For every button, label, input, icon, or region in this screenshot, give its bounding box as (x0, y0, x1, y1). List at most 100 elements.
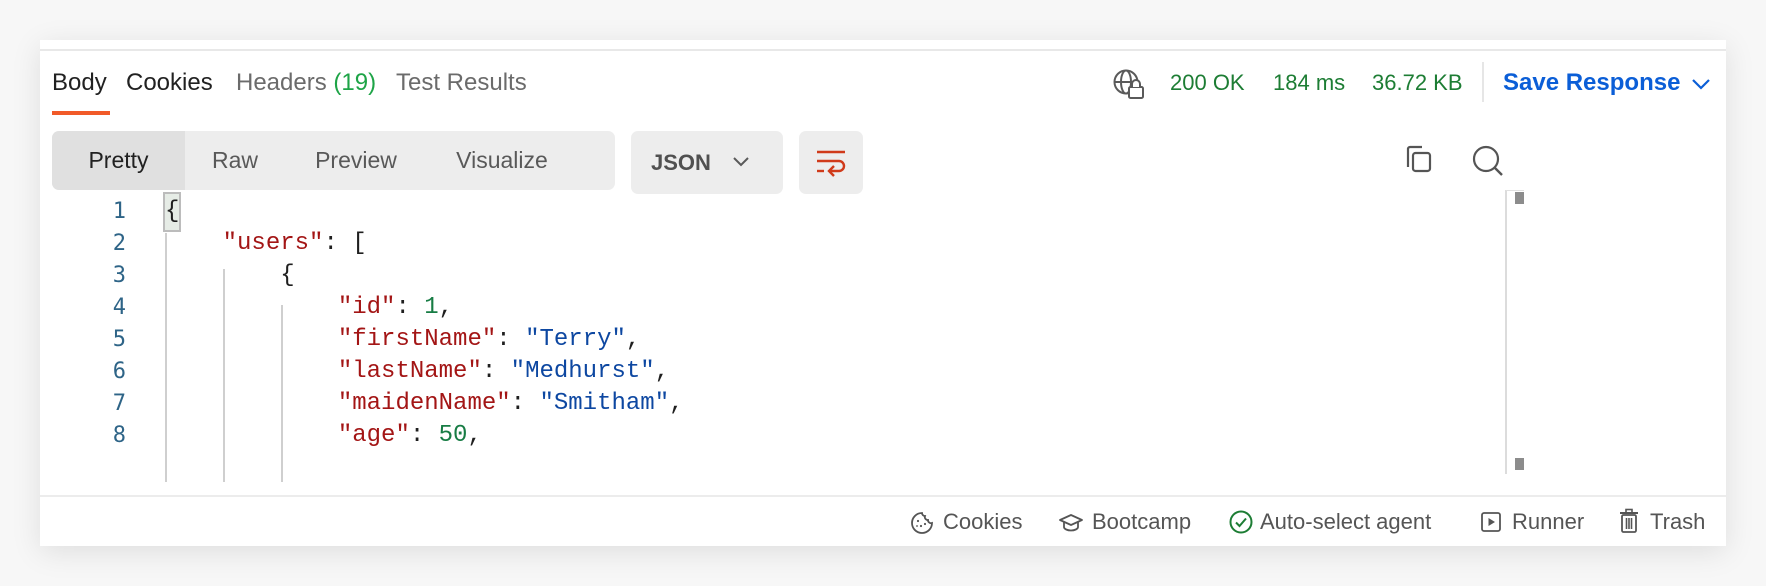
meta-separator (1482, 62, 1484, 102)
panel-divider (40, 49, 1726, 51)
line-number: 7 (112, 391, 126, 416)
json-punct: : (496, 326, 526, 353)
status-runner-button[interactable]: Runner (1480, 505, 1630, 539)
code-line: 8 "age": 50, (40, 418, 1640, 454)
code-line: 3 { (40, 258, 1640, 294)
json-punct (165, 230, 223, 257)
play-square-icon (1481, 512, 1501, 532)
view-mode-pretty[interactable]: Pretty (52, 131, 185, 190)
code-text: "maidenName": "Smitham", (165, 386, 684, 422)
tab-headers[interactable]: Headers (19) (236, 66, 376, 100)
wrap-lines-button[interactable] (799, 131, 863, 194)
status-cookies-label: Cookies (943, 509, 1023, 534)
active-tab-indicator (52, 111, 110, 115)
response-panel: Body Cookies Headers (19) Test Results 2… (40, 40, 1726, 546)
json-punct (165, 390, 338, 417)
code-line: 4 "id": 1, (40, 290, 1640, 326)
json-string: "Terry" (525, 326, 626, 353)
json-punct (165, 422, 338, 449)
line-number: 4 (112, 295, 126, 320)
save-response-button[interactable]: Save Response (1503, 66, 1680, 100)
json-number: 1 (424, 294, 439, 321)
check-circle-icon (1229, 510, 1253, 534)
status-bootcamp-button[interactable]: Bootcamp (1058, 505, 1238, 539)
tab-body-label: Body (52, 69, 107, 96)
code-text: { (165, 258, 295, 294)
response-body-editor[interactable]: 1{2 "users": [3 {4 "id": 1, 5 "firstName"… (40, 192, 1700, 482)
globe-lock-icon[interactable] (1112, 68, 1146, 102)
view-mode-selector: Pretty Raw Preview Visualize (52, 131, 615, 190)
status-bootcamp-label: Bootcamp (1092, 509, 1192, 534)
scrollbar-up-thumb[interactable] (1515, 192, 1524, 204)
code-line: 7 "maidenName": "Smitham", (40, 386, 1640, 422)
tab-test-results-label: Test Results (396, 69, 527, 96)
json-key: "maidenName" (337, 390, 511, 417)
tab-test-results[interactable]: Test Results (396, 66, 527, 100)
json-punct: : (510, 390, 540, 417)
status-code[interactable]: 200 OK (1170, 66, 1245, 100)
json-punct: : (409, 422, 439, 449)
json-punct: { (162, 192, 182, 232)
view-mode-preview[interactable]: Preview (285, 131, 427, 190)
json-punct (165, 358, 338, 385)
view-mode-visualize[interactable]: Visualize (427, 131, 577, 190)
tab-cookies[interactable]: Cookies (126, 66, 213, 100)
view-mode-raw[interactable]: Raw (185, 131, 285, 190)
tab-body[interactable]: Body (52, 66, 107, 100)
json-key: "firstName" (337, 326, 497, 353)
json-punct: , (438, 294, 454, 321)
json-punct (165, 326, 338, 353)
code-line: 5 "firstName": "Terry", (40, 322, 1640, 358)
code-text: "age": 50, (165, 418, 482, 454)
tab-cookies-label: Cookies (126, 69, 213, 96)
line-number: 2 (112, 231, 126, 256)
json-key: "id" (337, 294, 396, 321)
line-number: 1 (112, 199, 126, 224)
json-string: "Smitham" (539, 390, 670, 417)
status-runner-label: Runner (1512, 509, 1585, 534)
vertical-scrollbar[interactable] (1505, 190, 1507, 474)
json-punct: { (165, 262, 295, 289)
json-punct: , (669, 390, 684, 417)
code-line: 1{ (40, 192, 1640, 232)
json-punct: , (467, 422, 482, 449)
cookie-icon (911, 512, 933, 534)
status-bar-divider (40, 495, 1726, 497)
json-punct: , (654, 358, 670, 385)
json-punct: : (481, 358, 511, 385)
response-size[interactable]: 36.72 KB (1372, 66, 1463, 100)
json-key: "age" (337, 422, 410, 449)
json-key: "users" (222, 230, 324, 257)
status-auto-select-agent-button[interactable]: Auto-select agent (1228, 505, 1488, 539)
json-number: 50 (438, 422, 468, 449)
format-select[interactable]: JSON (631, 131, 783, 194)
code-line: 6 "lastName": "Medhurst", (40, 354, 1640, 390)
code-text: "firstName": "Terry", (165, 322, 640, 358)
copy-icon[interactable] (1400, 141, 1440, 181)
json-punct: : [ (323, 230, 367, 257)
json-punct: , (625, 326, 641, 353)
line-number: 6 (112, 359, 126, 384)
headers-count: (19) (333, 69, 377, 96)
tab-headers-label: Headers (236, 69, 327, 96)
json-key: "lastName" (337, 358, 482, 385)
json-punct (165, 294, 338, 321)
status-trash-label: Trash (1650, 509, 1706, 534)
trash-icon (1620, 508, 1638, 533)
status-trash-button[interactable]: Trash (1618, 505, 1718, 539)
code-line: 2 "users": [ (40, 226, 1640, 262)
json-punct: : (395, 294, 425, 321)
line-number: 8 (112, 423, 126, 448)
graduation-cap-icon (1059, 514, 1083, 532)
search-icon[interactable] (1468, 141, 1508, 181)
code-text: { (162, 192, 182, 232)
line-number: 5 (112, 327, 126, 352)
json-string: "Medhurst" (510, 358, 655, 385)
code-text: "users": [ (165, 226, 367, 262)
status-cookies-button[interactable]: Cookies (910, 505, 1070, 539)
code-text: "id": 1, (165, 290, 453, 326)
wrap-lines-icon (817, 150, 846, 177)
chevron-down-icon[interactable] (1690, 74, 1712, 94)
response-time[interactable]: 184 ms (1273, 66, 1345, 100)
scrollbar-down-thumb[interactable] (1515, 458, 1524, 470)
